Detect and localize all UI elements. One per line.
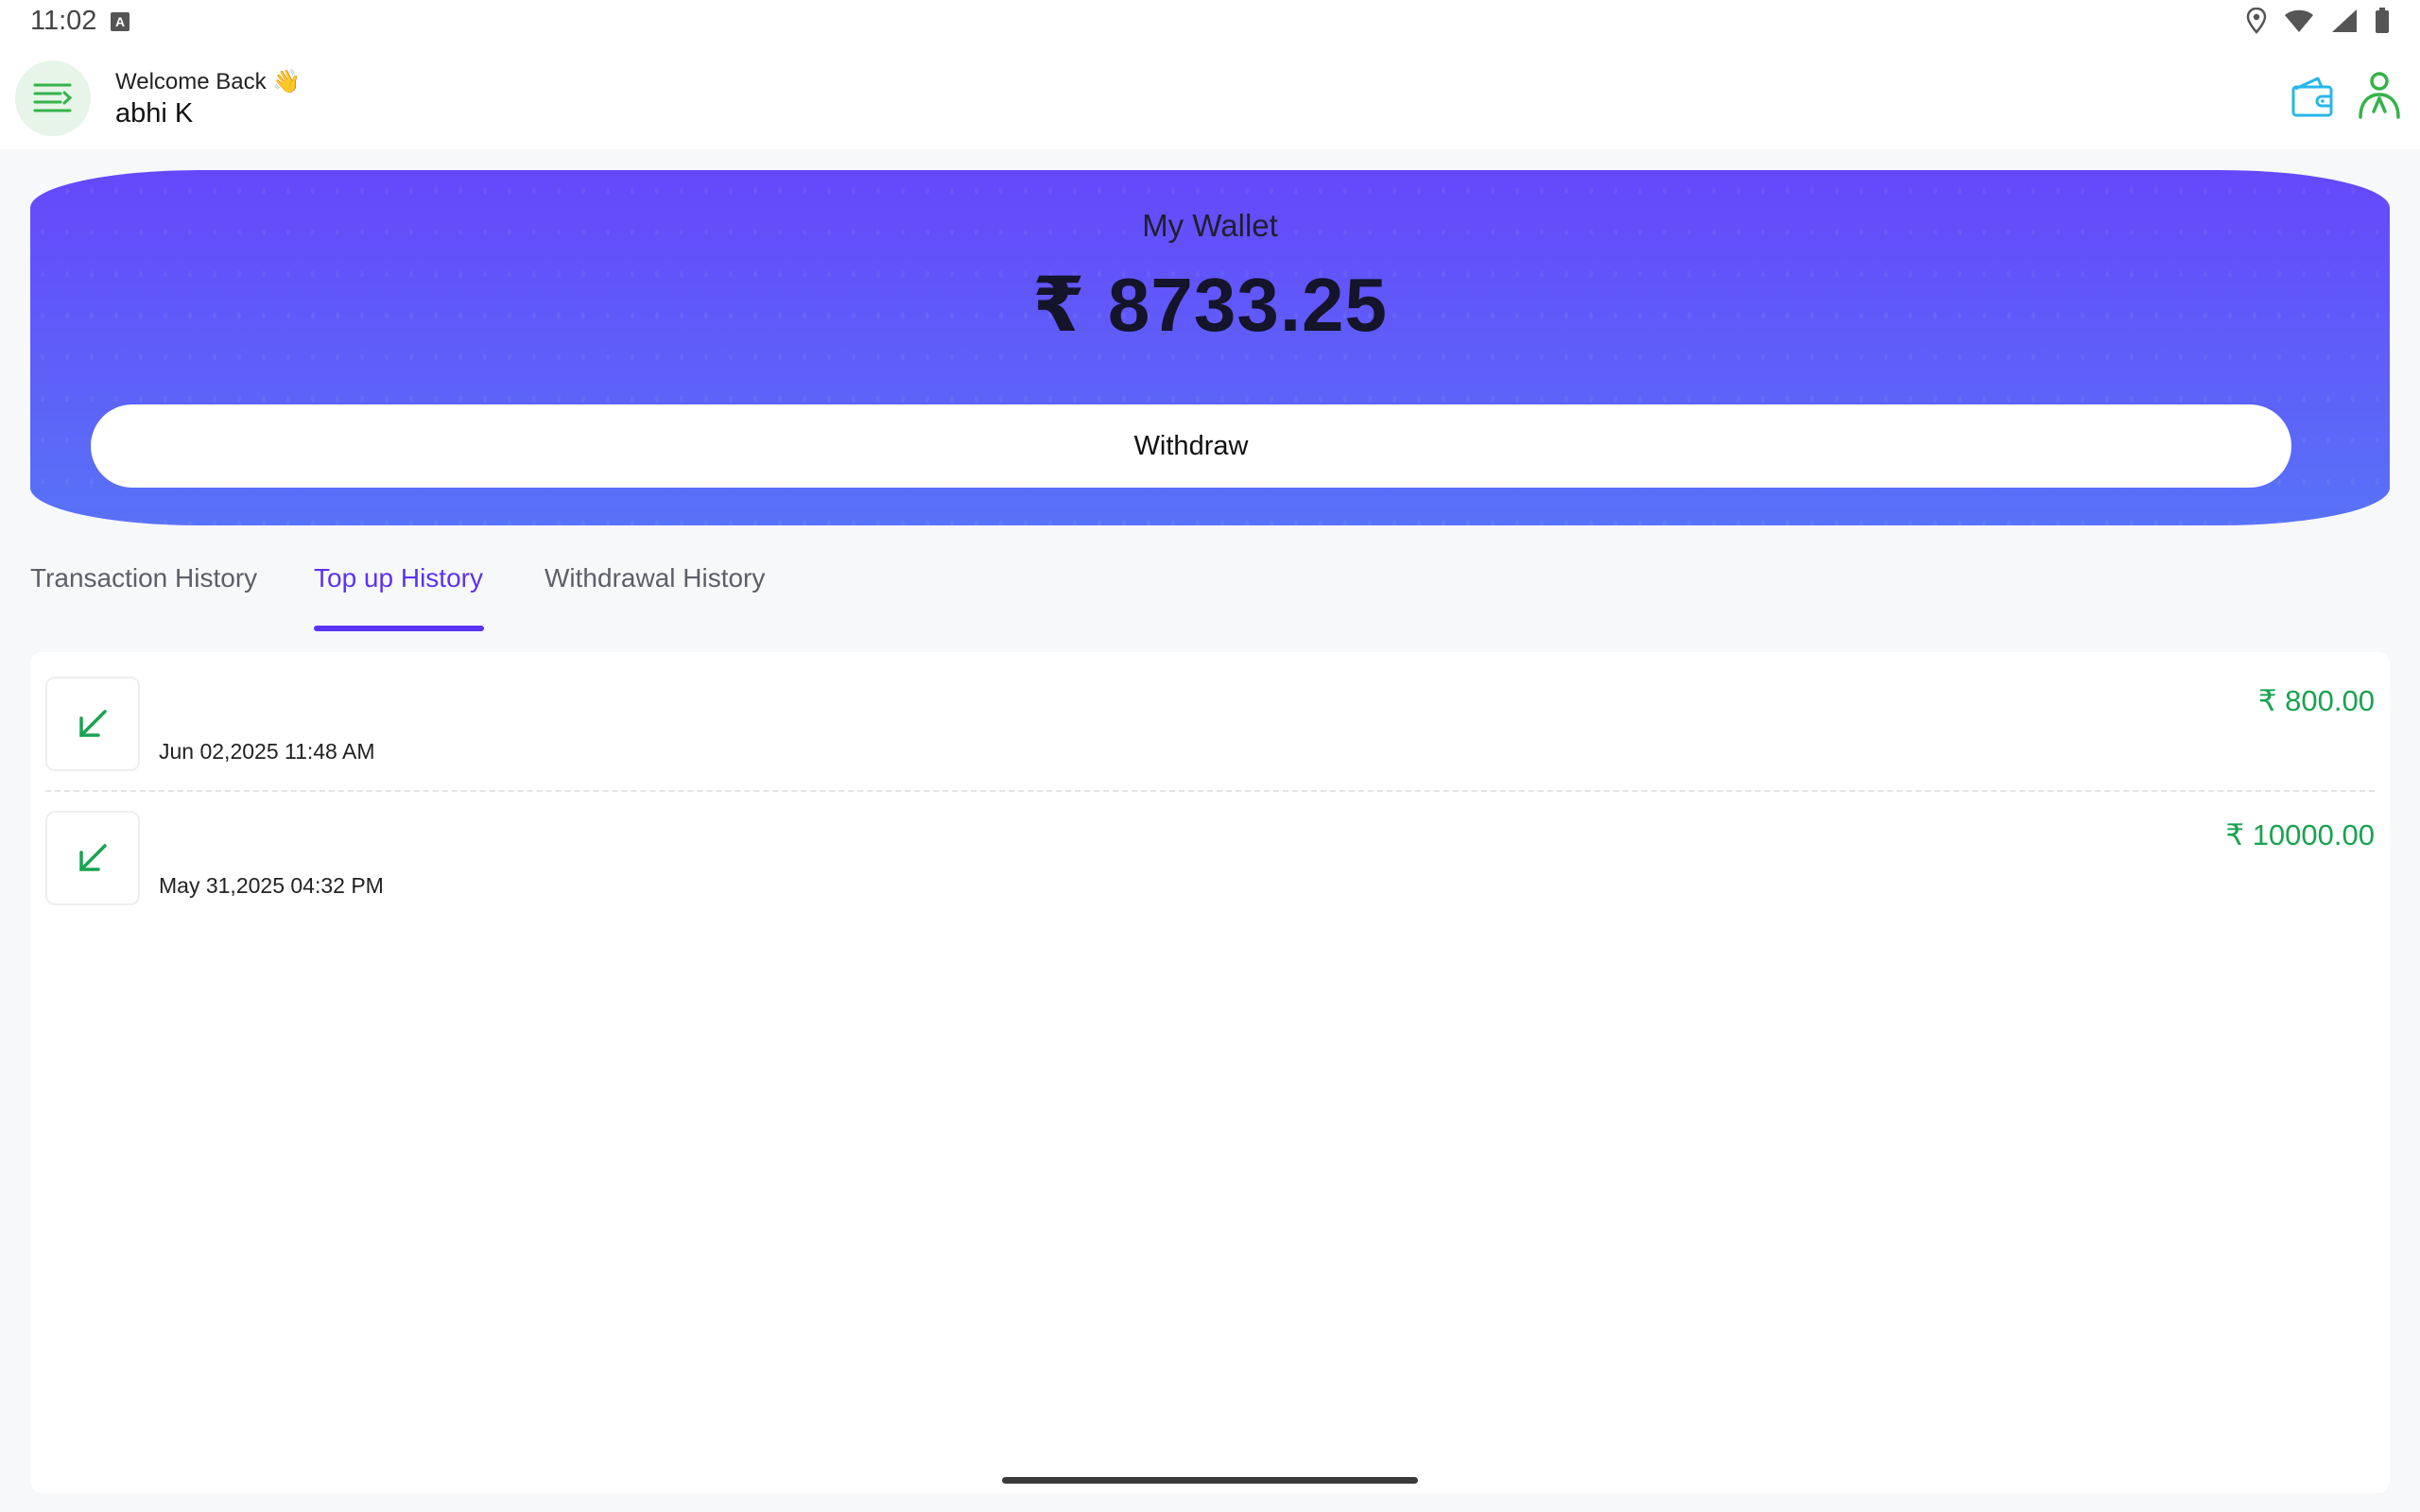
tab-transaction-history[interactable]: Transaction History: [30, 563, 257, 593]
tab-withdrawal-history[interactable]: Withdrawal History: [544, 563, 765, 593]
arrow-down-left-icon: [45, 811, 140, 905]
list-item[interactable]: May 31,2025 04:32 PM ₹ 10000.00: [45, 786, 2375, 920]
wallet-screen: 11:02 A Welcome Back 👋 abhi K My Wallet …: [0, 0, 2420, 1512]
location-icon: [2246, 8, 2267, 34]
wallet-button[interactable]: [2290, 74, 2337, 121]
wifi-icon: [2285, 9, 2313, 32]
status-bar: 11:02 A: [0, 0, 2420, 45]
menu-icon: [33, 83, 73, 112]
wallet-icon: [2291, 77, 2333, 117]
wallet-title: My Wallet: [1142, 208, 1278, 243]
tab-top-up-history[interactable]: Top up History: [314, 563, 483, 593]
active-tab-indicator: [314, 626, 484, 631]
top-up-history-list: Jun 02,2025 11:48 AM ₹ 800.00 May 31,202…: [30, 652, 2390, 1493]
battery-icon: [2376, 8, 2389, 33]
signal-icon: [2332, 9, 2357, 32]
list-item[interactable]: Jun 02,2025 11:48 AM ₹ 800.00: [45, 652, 2375, 786]
transaction-date: Jun 02,2025 11:48 AM: [159, 739, 375, 764]
menu-button[interactable]: [15, 60, 91, 136]
transaction-amount: ₹ 10000.00: [2225, 818, 2375, 851]
a-icon: A: [111, 12, 130, 31]
user-name: abhi K: [115, 98, 194, 129]
home-indicator[interactable]: [1002, 1477, 1418, 1484]
status-time: 11:02: [30, 6, 97, 36]
status-icons: [2246, 8, 2390, 34]
app-header: Welcome Back 👋 abhi K: [0, 45, 2420, 149]
wallet-balance: ₹ 8733.25: [1031, 263, 1389, 347]
welcome-text: Welcome Back 👋: [115, 69, 302, 94]
transaction-amount: ₹ 800.00: [2257, 684, 2375, 717]
wallet-card: My Wallet ₹ 8733.25 Withdraw: [30, 170, 2390, 525]
transaction-date: May 31,2025 04:32 PM: [159, 873, 384, 898]
profile-icon: [2359, 72, 2400, 119]
profile-button[interactable]: [2356, 70, 2403, 121]
arrow-down-left-icon: [45, 677, 140, 771]
withdraw-button[interactable]: Withdraw: [91, 404, 2291, 488]
